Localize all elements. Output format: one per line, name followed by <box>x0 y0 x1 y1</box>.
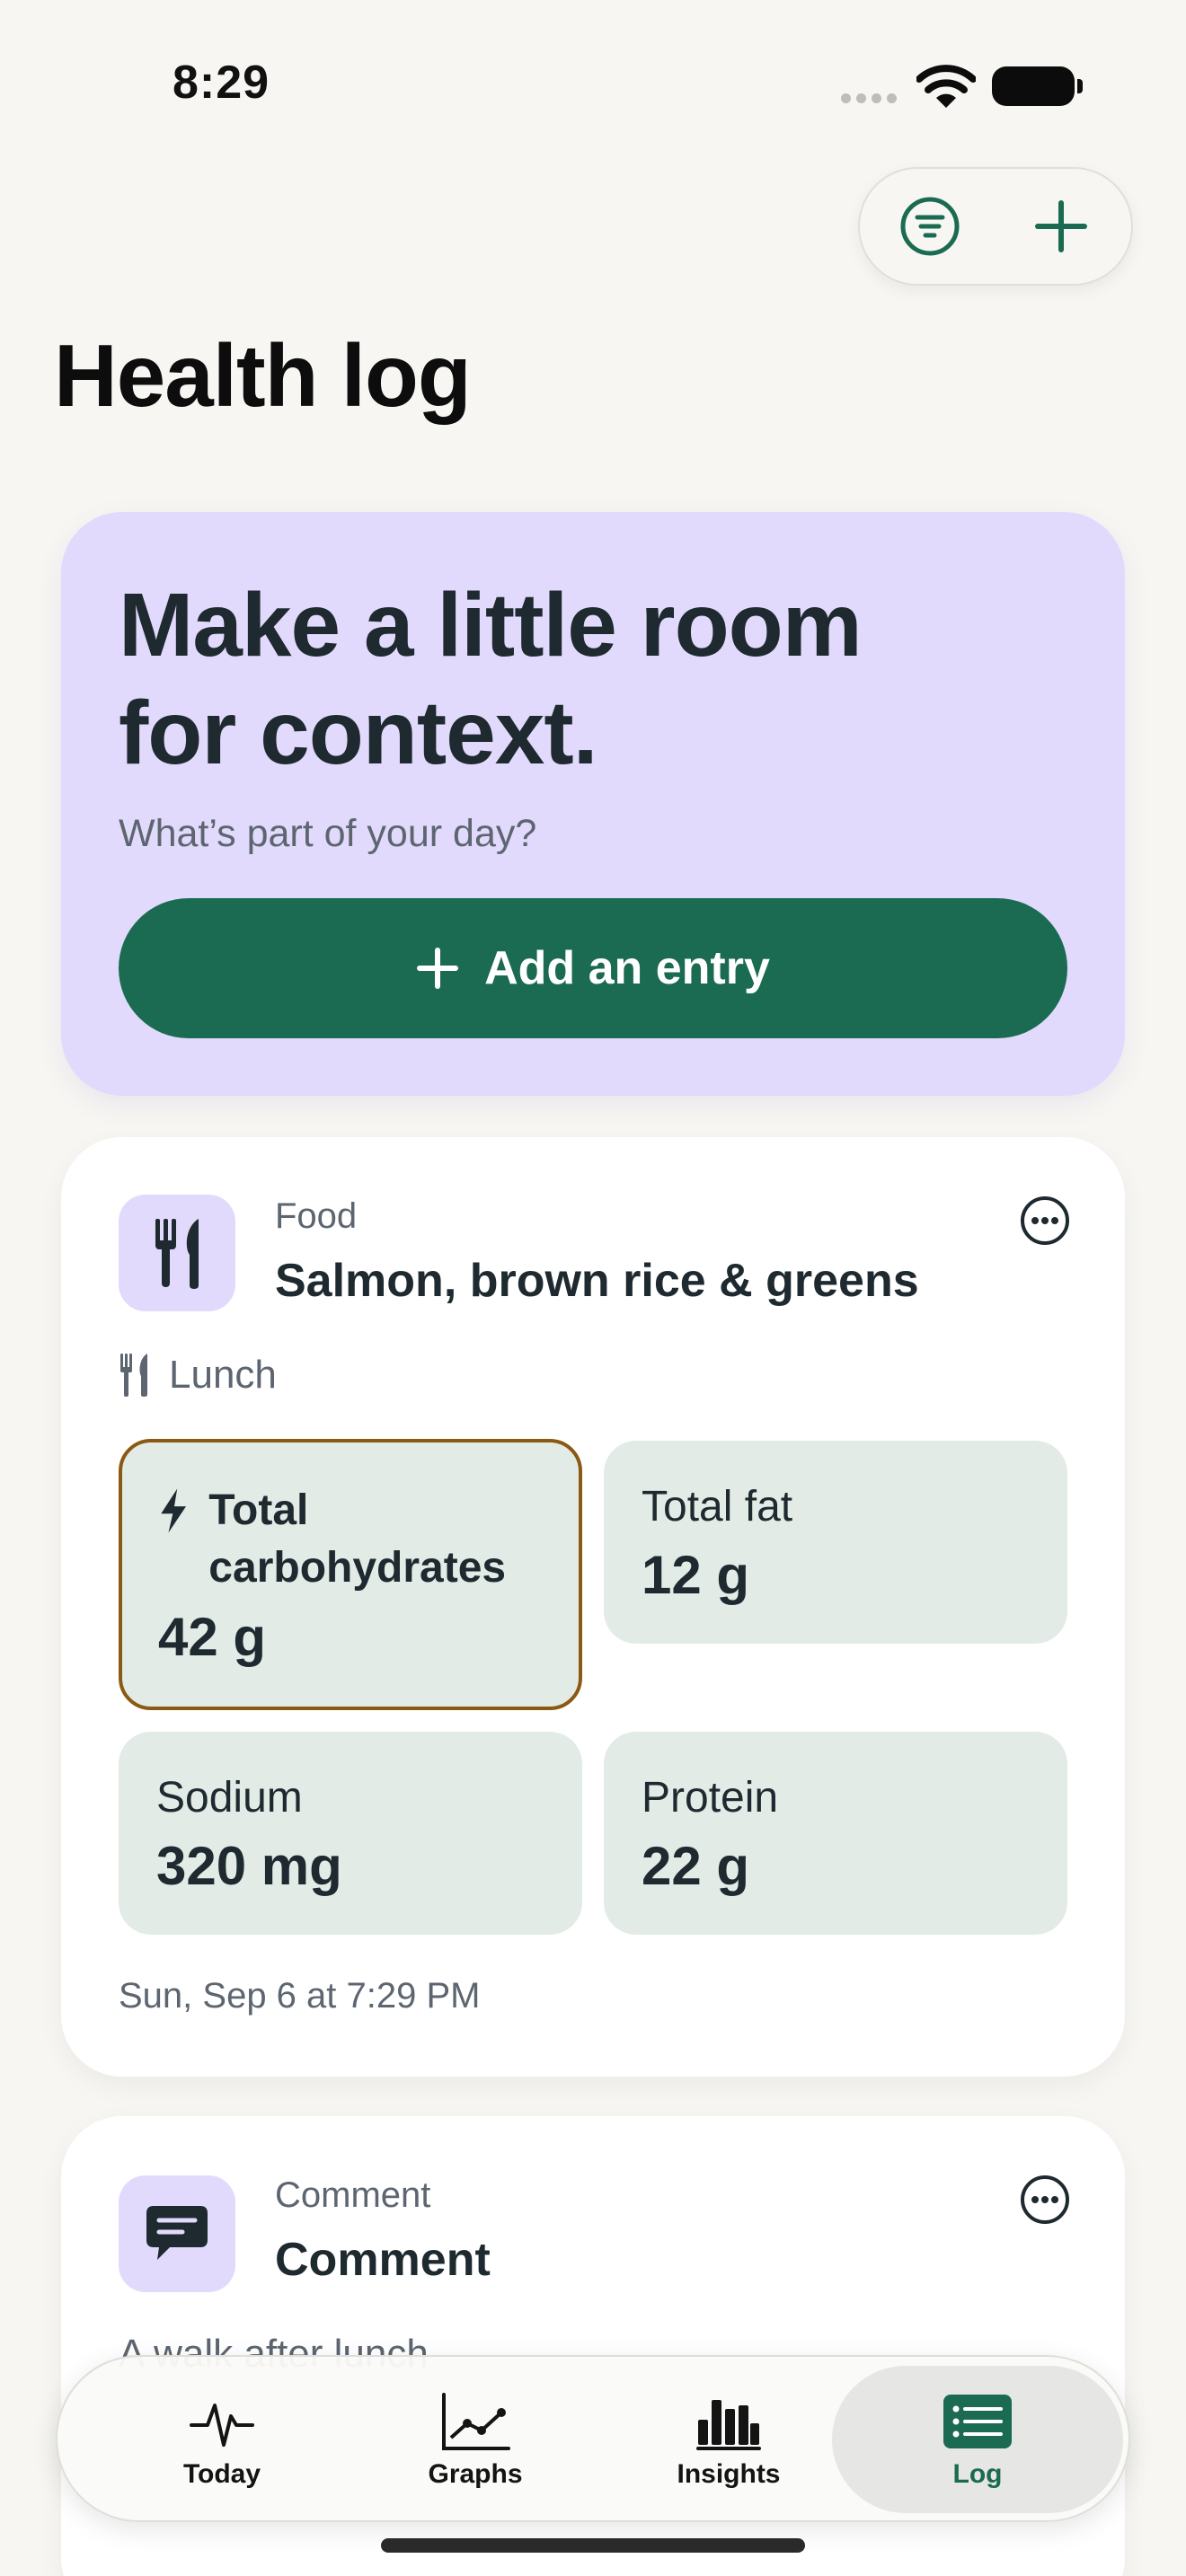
nutrient-tile-sodium[interactable]: Sodium 320 mg <box>119 1732 582 1935</box>
tab-label: Graphs <box>428 2459 523 2489</box>
entry-timestamp: Sun, Sep 6 at 7:29 PM <box>119 1976 481 2016</box>
comment-category-icon <box>119 2175 235 2292</box>
lightning-bolt-icon <box>161 1488 187 1533</box>
list-icon <box>943 2395 1012 2448</box>
fork-knife-icon <box>120 1354 147 1397</box>
nutrient-value: 42 g <box>158 1607 267 1667</box>
food-entry-card[interactable]: Food Salmon, brown rice & greens Lunch T… <box>61 1137 1125 2077</box>
entry-category: Food <box>275 1196 358 1236</box>
nutrient-tile-protein[interactable]: Protein 22 g <box>604 1732 1067 1935</box>
status-time: 8:29 <box>173 57 270 109</box>
fork-knife-icon <box>155 1219 199 1289</box>
nutrient-label: Total fat <box>642 1483 793 1531</box>
tab-label: Today <box>182 2459 261 2489</box>
battery-icon <box>992 66 1083 106</box>
line-graph-icon <box>442 2393 510 2450</box>
context-prompt-card: Make a little room for context. What’s p… <box>61 512 1125 1096</box>
nutrient-value: 22 g <box>642 1836 750 1896</box>
heartbeat-icon <box>190 2404 254 2447</box>
meal-row: Lunch <box>119 1353 277 1398</box>
top-actions <box>858 167 1133 286</box>
more-options-icon[interactable] <box>1019 2174 1071 2226</box>
health-log-screen: 8:29 Health log Make a little room for c… <box>0 0 1186 2576</box>
wifi-icon <box>916 65 976 108</box>
nutrient-label: Sodium <box>156 1774 303 1822</box>
nutrient-label: Protein <box>642 1774 779 1822</box>
nutrient-value: 12 g <box>642 1545 750 1605</box>
speech-bubble-icon <box>146 2206 208 2260</box>
hero-subtitle: What’s part of your day? <box>119 812 537 855</box>
food-category-icon <box>119 1195 235 1311</box>
home-indicator <box>381 2538 805 2553</box>
tab-bar: Today Graphs Insights Log <box>56 2355 1130 2522</box>
plus-icon <box>417 948 459 989</box>
bar-chart-icon <box>696 2400 761 2450</box>
tab-today[interactable]: Today <box>95 2366 349 2513</box>
page-title: Health log <box>54 326 472 425</box>
filter-button[interactable] <box>898 194 962 259</box>
tab-label: Log <box>952 2459 1003 2489</box>
nutrient-header: Total carbohydrates <box>158 1482 543 1597</box>
tab-insights[interactable]: Insights <box>602 2366 855 2513</box>
nutrient-tile-carbohydrates[interactable]: Total carbohydrates 42 g <box>119 1439 582 1710</box>
nutrient-value: 320 mg <box>156 1836 342 1896</box>
hero-title: Make a little room for context. <box>119 575 863 783</box>
nutrient-tile-fat[interactable]: Total fat 12 g <box>604 1441 1067 1644</box>
cellular-signal-icon <box>841 93 897 103</box>
more-options-icon[interactable] <box>1019 1195 1071 1247</box>
tab-graphs[interactable]: Graphs <box>349 2366 602 2513</box>
filter-icon <box>900 197 960 256</box>
plus-icon <box>1035 200 1087 252</box>
nutrient-label: Total carbohydrates <box>208 1486 507 1592</box>
tab-label: Insights <box>677 2459 781 2489</box>
add-entry-label: Add an entry <box>484 942 770 994</box>
entry-title: Salmon, brown rice & greens <box>275 1255 919 1307</box>
entry-title: Comment <box>275 2234 491 2286</box>
tab-log[interactable]: Log <box>832 2366 1123 2513</box>
entry-category: Comment <box>275 2175 431 2215</box>
add-entry-button[interactable]: Add an entry <box>119 898 1067 1038</box>
meal-label: Lunch <box>169 1353 277 1397</box>
add-button[interactable] <box>1029 194 1093 259</box>
